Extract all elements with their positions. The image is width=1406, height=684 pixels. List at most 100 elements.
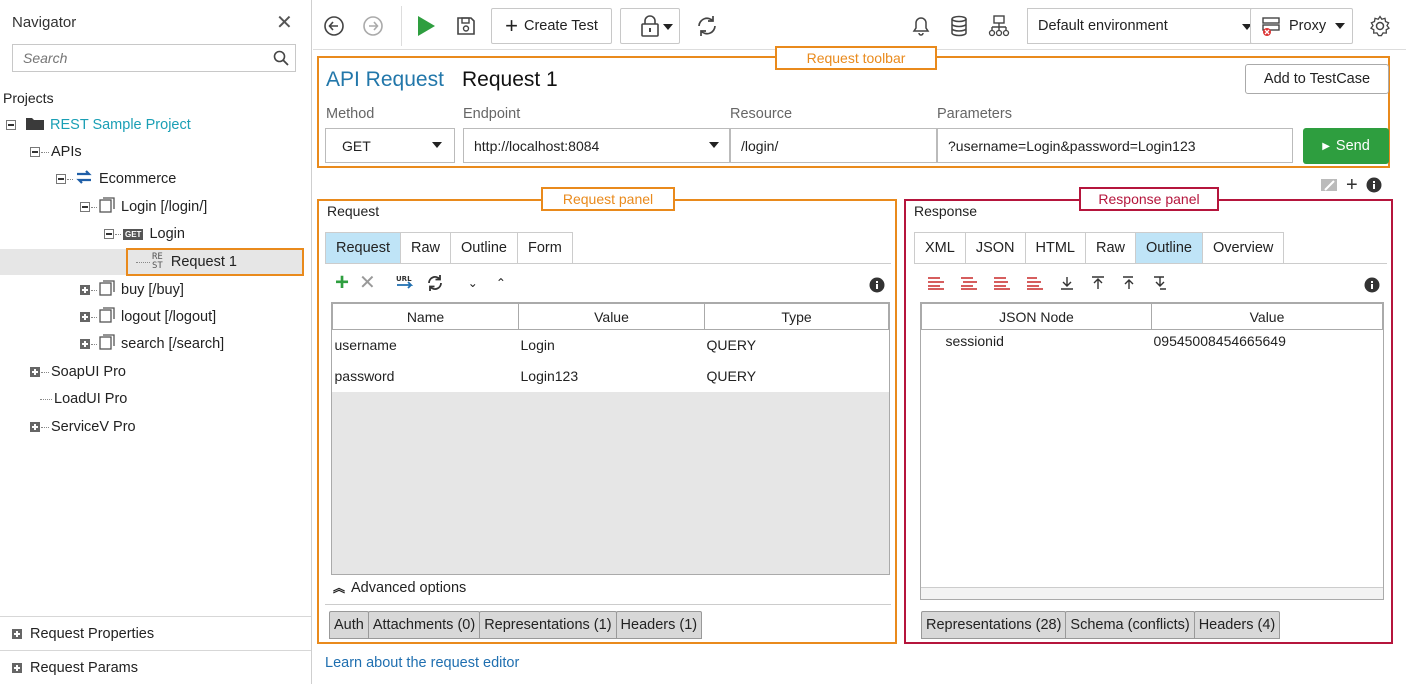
tab-request[interactable]: Request [325,232,402,263]
collapse-all-icon[interactable] [1025,275,1045,291]
param-name[interactable]: password [333,361,519,392]
collapse-level-icon[interactable] [992,275,1012,291]
tree-item-servicev[interactable]: ServiceV Pro [30,414,136,440]
tree-item-ecommerce[interactable]: Ecommerce [56,166,176,192]
table-row[interactable]: username Login QUERY [333,330,889,361]
horizontal-scrollbar[interactable] [921,587,1383,599]
tab-overview[interactable]: Overview [1201,232,1285,263]
param-type[interactable]: QUERY [705,361,889,392]
tree-item-search[interactable]: search [/search] [80,331,224,357]
environment-select[interactable]: Default environment [1027,8,1257,44]
tree-item-loadui[interactable]: LoadUI Pro [40,386,127,412]
expand-all-icon[interactable] [926,275,946,291]
expand-icon[interactable] [12,662,22,673]
lock-dropdown[interactable] [620,8,680,44]
move-bottom-icon[interactable] [1058,275,1076,291]
tab-attachments[interactable]: Attachments (0) [367,611,481,639]
expand-icon[interactable] [30,422,40,432]
tree-item-login-resource[interactable]: Login [/login/] [80,194,207,220]
move-down-icon[interactable] [1151,275,1169,291]
param-name[interactable]: username [333,330,519,361]
tree-item-project[interactable]: REST Sample Project [6,112,191,138]
tab-raw[interactable]: Raw [1084,232,1136,263]
column-header-value[interactable]: Value [518,303,705,330]
move-up-icon[interactable]: ⌃ [496,276,506,290]
layout-icon[interactable] [1320,178,1338,192]
advanced-options-toggle[interactable]: ︽ Advanced options [333,579,466,596]
back-button[interactable] [321,8,347,44]
param-value[interactable]: Login123 [519,361,705,392]
delete-icon[interactable]: ✕ [359,273,376,293]
database-button[interactable] [947,8,971,44]
tab-raw[interactable]: Raw [400,232,452,263]
collapse-icon[interactable] [80,202,90,212]
refresh-button[interactable] [693,8,721,44]
plus-icon[interactable]: + [1346,175,1358,195]
tree-item-logout[interactable]: logout [/logout] [80,304,216,330]
tab-headers[interactable]: Headers (4) [1193,611,1281,639]
resource-input[interactable]: /login/ [730,128,937,163]
collapse-icon[interactable] [30,147,40,157]
tab-representations[interactable]: Representations (28) [921,611,1067,639]
tab-xml[interactable]: XML [914,232,966,263]
send-button[interactable]: ▶ Send [1303,128,1389,164]
close-icon[interactable]: ✕ [276,10,293,35]
run-button[interactable] [413,8,439,44]
move-down-icon[interactable]: ⌄ [468,276,478,290]
param-value[interactable]: Login [519,330,705,361]
refresh-icon[interactable] [426,274,444,292]
method-select[interactable]: GET [325,128,455,163]
tab-form[interactable]: Form [516,232,573,263]
expand-icon[interactable] [12,628,22,639]
tab-outline[interactable]: Outline [1135,232,1203,263]
collapse-icon[interactable] [6,120,16,130]
info-icon[interactable] [869,277,885,293]
save-button[interactable] [453,8,479,44]
tree-item-login-method[interactable]: GET Login [104,221,185,247]
expand-icon[interactable] [80,285,90,295]
move-up-icon[interactable] [1120,275,1138,291]
endpoint-select[interactable]: http://localhost:8084 [463,128,730,163]
search-input[interactable] [13,45,263,71]
tab-json[interactable]: JSON [964,232,1026,263]
tab-schema[interactable]: Schema (conflicts) [1065,611,1195,639]
proxy-dropdown[interactable]: Proxy [1250,8,1353,44]
request-properties-section[interactable]: Request Properties [0,616,311,650]
expand-icon[interactable] [80,339,90,349]
expand-level-icon[interactable] [959,275,979,291]
parameters-input[interactable]: ?username=Login&password=Login123 [937,128,1293,163]
tree-item-apis[interactable]: APIs [30,139,82,165]
info-icon[interactable] [1364,277,1380,293]
table-row[interactable]: sessionid 09545008454665649 [922,330,1383,352]
request-params-section[interactable]: Request Params [0,650,311,684]
expand-icon[interactable] [30,367,40,377]
column-header-type[interactable]: Type [704,303,889,330]
collapse-icon[interactable] [56,174,66,184]
column-header-value[interactable]: Value [1151,303,1383,330]
tab-outline[interactable]: Outline [450,232,518,263]
learn-request-editor-link[interactable]: Learn about the request editor [325,655,519,671]
notifications-button[interactable] [909,8,933,44]
tree-item-soapui[interactable]: SoapUI Pro [30,359,126,385]
tab-auth[interactable]: Auth [329,611,369,639]
move-top-icon[interactable] [1089,275,1107,291]
tab-representations[interactable]: Representations (1) [479,611,617,639]
column-header-json-node[interactable]: JSON Node [921,303,1152,330]
json-node[interactable]: sessionid [922,330,1152,352]
tab-html[interactable]: HTML [1024,232,1086,263]
tree-item-request[interactable]: RE ST Request 1 [136,249,237,275]
search-icon[interactable] [273,50,289,69]
add-icon[interactable]: + [335,271,349,295]
forward-button[interactable] [360,8,386,44]
table-row[interactable]: password Login123 QUERY [333,361,889,392]
tree-item-buy[interactable]: buy [/buy] [80,277,184,303]
param-type[interactable]: QUERY [705,330,889,361]
column-header-name[interactable]: Name [332,303,519,330]
url-encode-icon[interactable]: URL [394,274,416,292]
expand-icon[interactable] [80,312,90,322]
collapse-icon[interactable] [104,229,114,239]
create-test-button[interactable]: + Create Test [491,8,612,44]
add-to-testcase-button[interactable]: Add to TestCase [1245,64,1389,94]
network-button[interactable] [986,8,1012,44]
json-value[interactable]: 09545008454665649 [1152,330,1383,352]
